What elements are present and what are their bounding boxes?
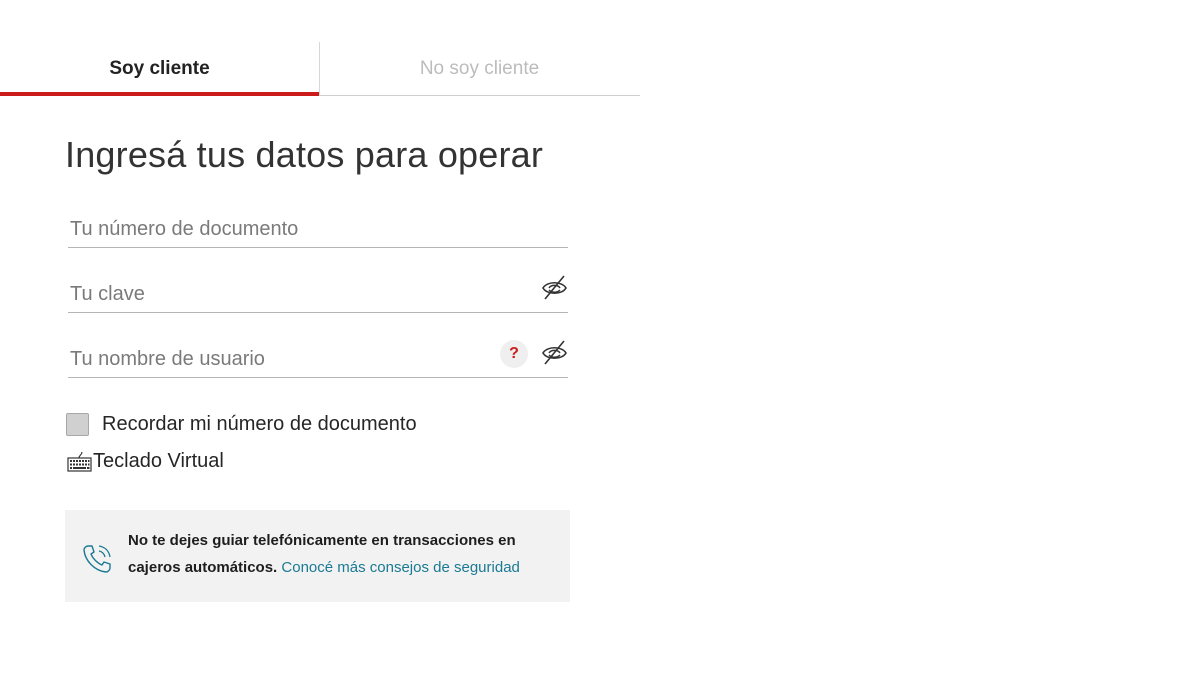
login-page: Soy cliente No soy cliente Ingresá tus d… (0, 0, 1200, 675)
virtual-keyboard-label: Teclado Virtual (93, 450, 224, 472)
remember-document-option[interactable]: Recordar mi número de documento (66, 413, 417, 436)
security-notice: No te dejes guiar telefónicamente en tra… (65, 510, 570, 602)
keyboard-icon (67, 451, 92, 472)
tab-no-soy-cliente[interactable]: No soy cliente (320, 42, 639, 95)
tab-soy-cliente[interactable]: Soy cliente (0, 42, 319, 96)
page-title: Ingresá tus datos para operar (65, 134, 544, 175)
client-tabs: Soy cliente No soy cliente (0, 42, 640, 96)
username-help-button[interactable]: ? (500, 340, 528, 368)
eye-slash-icon (541, 274, 567, 300)
toggle-username-visibility-button[interactable] (540, 337, 568, 367)
password-field (68, 272, 568, 313)
username-input[interactable] (70, 348, 490, 371)
tab-label: No soy cliente (419, 57, 540, 79)
username-field: ? (68, 337, 568, 378)
security-tips-link[interactable]: Conocé más consejos de seguridad (281, 559, 519, 576)
password-input[interactable] (70, 283, 490, 306)
eye-slash-icon (541, 339, 567, 365)
remember-document-label: Recordar mi número de documento (102, 413, 417, 435)
document-input[interactable] (70, 218, 490, 241)
phone-icon (83, 545, 111, 573)
security-notice-text: No te dejes guiar telefónicamente en tra… (128, 527, 548, 581)
toggle-password-visibility-button[interactable] (540, 272, 568, 302)
tab-label: Soy cliente (109, 57, 210, 79)
remember-document-checkbox[interactable] (66, 413, 89, 436)
document-field (68, 207, 568, 248)
virtual-keyboard-button[interactable]: Teclado Virtual (67, 450, 224, 473)
